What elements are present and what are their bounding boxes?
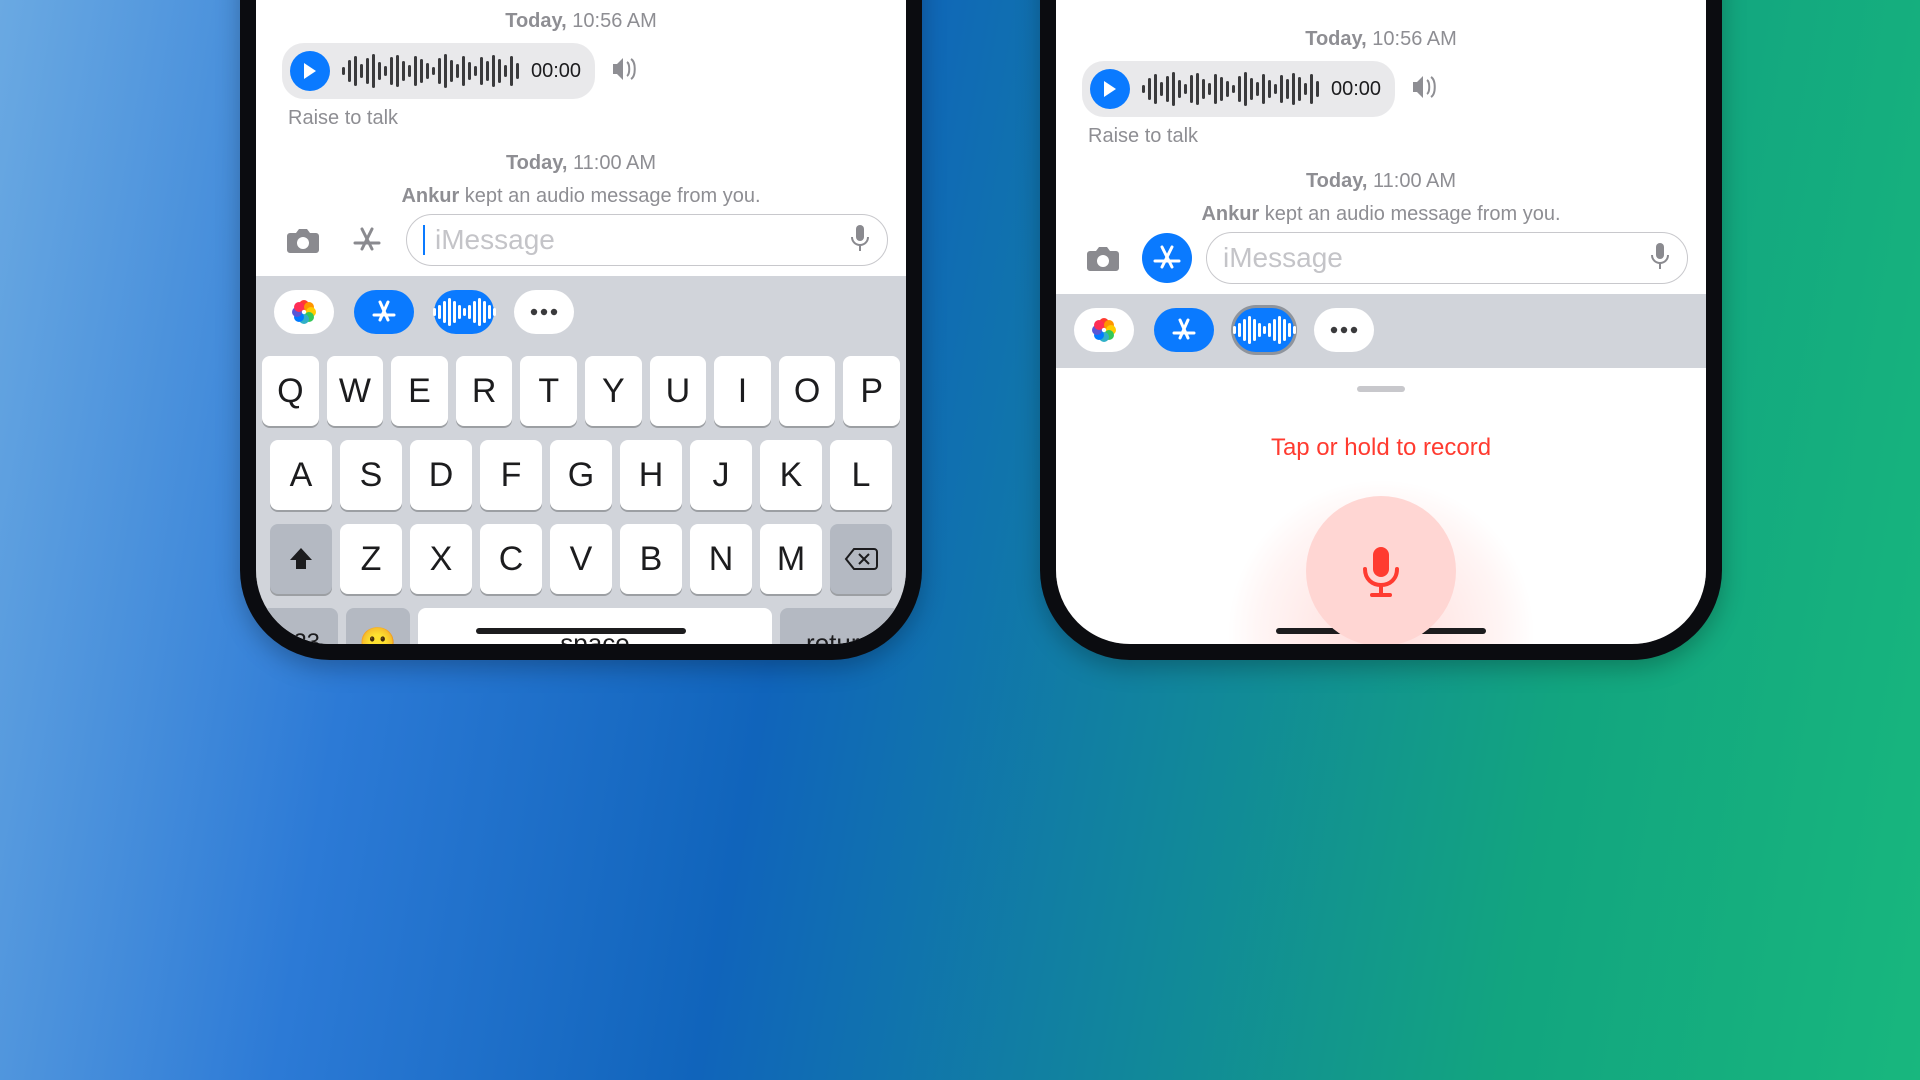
home-indicator[interactable] xyxy=(476,628,686,634)
speaker-icon[interactable] xyxy=(1409,74,1441,105)
key-s[interactable]: S xyxy=(340,440,402,510)
voice-message-bubble: 00:00 xyxy=(282,43,595,99)
key-r[interactable]: R xyxy=(456,356,513,426)
voice-message-bubble: 00:00 xyxy=(1082,61,1395,117)
phone-left: Today, 10:56 AM 00:00 Raise to talk Toda… xyxy=(240,0,922,660)
key-c[interactable]: C xyxy=(480,524,542,594)
key-q[interactable]: Q xyxy=(262,356,319,426)
photos-app-chip[interactable] xyxy=(1074,308,1134,352)
key-f[interactable]: F xyxy=(480,440,542,510)
status-kept-audio: Ankur kept an audio message from you. xyxy=(1056,203,1706,226)
message-placeholder: iMessage xyxy=(1223,242,1343,274)
audio-message-chip[interactable] xyxy=(1234,308,1294,352)
waveform xyxy=(342,51,519,91)
key-e[interactable]: E xyxy=(391,356,448,426)
record-hint: Tap or hold to record xyxy=(1271,434,1491,462)
voice-duration: 00:00 xyxy=(1331,78,1381,101)
key-a[interactable]: A xyxy=(270,440,332,510)
voice-duration: 00:00 xyxy=(531,60,581,83)
key-g[interactable]: G xyxy=(550,440,612,510)
timestamp-2: Today, 11:00 AM xyxy=(256,152,906,175)
key-u[interactable]: U xyxy=(650,356,707,426)
raise-to-talk-label: Raise to talk xyxy=(1056,125,1706,148)
key-b[interactable]: B xyxy=(620,524,682,594)
key-t[interactable]: T xyxy=(520,356,577,426)
key-i[interactable]: I xyxy=(714,356,771,426)
more-chip[interactable] xyxy=(1314,308,1374,352)
appstore-apps-button[interactable] xyxy=(342,215,392,265)
app-strip xyxy=(256,276,906,350)
raise-to-talk-label: Raise to talk xyxy=(256,107,906,130)
space-key[interactable]: space xyxy=(418,608,772,660)
backspace-key[interactable] xyxy=(830,524,892,594)
status-kept-audio: Ankur kept an audio message from you. xyxy=(256,185,906,208)
camera-button[interactable] xyxy=(278,215,328,265)
key-m[interactable]: M xyxy=(760,524,822,594)
camera-button[interactable] xyxy=(1078,233,1128,283)
more-chip[interactable] xyxy=(514,290,574,334)
key-y[interactable]: Y xyxy=(585,356,642,426)
key-k[interactable]: K xyxy=(760,440,822,510)
message-input[interactable]: iMessage xyxy=(1206,232,1688,284)
appstore-chip[interactable] xyxy=(1154,308,1214,352)
appstore-chip[interactable] xyxy=(354,290,414,334)
record-panel: Tap or hold to record xyxy=(1056,368,1706,660)
dictation-icon[interactable] xyxy=(1649,241,1671,276)
key-j[interactable]: J xyxy=(690,440,752,510)
appstore-apps-button[interactable] xyxy=(1142,233,1192,283)
shift-key[interactable] xyxy=(270,524,332,594)
key-z[interactable]: Z xyxy=(340,524,402,594)
messages-area: Today, 10:56 AM 00:00 Raise to talk Toda… xyxy=(256,0,906,208)
photos-app-chip[interactable] xyxy=(274,290,334,334)
audio-message-chip[interactable] xyxy=(434,290,494,334)
speaker-icon[interactable] xyxy=(609,56,641,87)
return-key[interactable]: return xyxy=(780,608,900,660)
play-button[interactable] xyxy=(1090,69,1130,109)
key-p[interactable]: P xyxy=(843,356,900,426)
key-v[interactable]: V xyxy=(550,524,612,594)
key-x[interactable]: X xyxy=(410,524,472,594)
emoji-key[interactable]: 😀 xyxy=(346,608,410,660)
record-button[interactable] xyxy=(1306,496,1456,646)
key-o[interactable]: O xyxy=(779,356,836,426)
waveform xyxy=(1142,69,1319,109)
text-caret xyxy=(423,225,425,255)
timestamp-1: Today, 10:56 AM xyxy=(256,10,906,33)
key-n[interactable]: N xyxy=(690,524,752,594)
phone-right: Today, 10:56 AM 00:00 Raise to talk Toda… xyxy=(1040,0,1722,660)
app-strip xyxy=(1056,294,1706,368)
dictation-icon[interactable] xyxy=(849,223,871,258)
key-w[interactable]: W xyxy=(327,356,384,426)
message-input[interactable]: iMessage xyxy=(406,214,888,266)
key-h[interactable]: H xyxy=(620,440,682,510)
messages-area: Today, 10:56 AM 00:00 Raise to talk Toda… xyxy=(1056,0,1706,226)
message-placeholder: iMessage xyxy=(435,224,555,256)
timestamp-1: Today, 10:56 AM xyxy=(1056,28,1706,51)
key-l[interactable]: L xyxy=(830,440,892,510)
panel-grabber[interactable] xyxy=(1357,386,1405,392)
key-d[interactable]: D xyxy=(410,440,472,510)
keyboard: QWERTYUIOP ASDFGHJKL ZXCVBNM 123 😀 space… xyxy=(256,350,906,660)
play-button[interactable] xyxy=(290,51,330,91)
numbers-key[interactable]: 123 xyxy=(262,608,338,660)
timestamp-2: Today, 11:00 AM xyxy=(1056,170,1706,193)
